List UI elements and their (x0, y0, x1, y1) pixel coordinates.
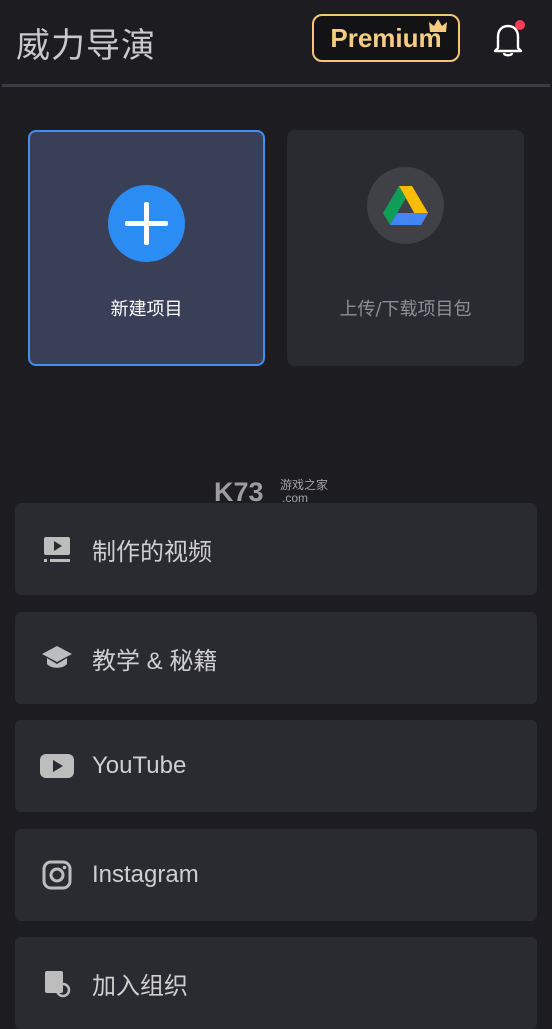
new-project-tile[interactable]: 新建项目 (28, 130, 265, 366)
drive-upload-download-tile[interactable]: 上传/下载项目包 (287, 130, 524, 366)
drive-label: 上传/下载项目包 (339, 299, 472, 320)
youtube-icon (40, 749, 74, 783)
svg-text:K73: K73 (214, 477, 264, 506)
join-group-icon (40, 966, 74, 1000)
site-watermark: K73 游戏之家 .com (214, 476, 344, 507)
crown-icon (429, 19, 447, 32)
menu-label: Instagram (92, 861, 199, 888)
instagram-icon (40, 858, 74, 892)
menu-item-tutorials-tips[interactable]: 教学 & 秘籍 (15, 612, 537, 704)
top-bar: 威力导演 Premium (0, 0, 552, 87)
svg-text:游戏之家: 游戏之家 (280, 477, 328, 492)
premium-label: Premium (330, 22, 442, 53)
menu-label: 教学 & 秘籍 (92, 647, 218, 675)
new-project-label: 新建项目 (110, 299, 183, 320)
menu-label: YouTube (92, 752, 187, 779)
menu-item-join-group[interactable]: 加入组织 (15, 937, 537, 1029)
plus-icon (108, 185, 185, 262)
menu-item-instagram[interactable]: Instagram (15, 829, 537, 921)
premium-button[interactable]: Premium (312, 14, 460, 62)
menu-label: 加入组织 (92, 972, 188, 1000)
video-library-icon (40, 532, 74, 566)
notification-dot (515, 20, 525, 30)
menu-item-youtube[interactable]: YouTube (15, 720, 537, 812)
menu-item-produced-videos[interactable]: 制作的视频 (15, 503, 537, 595)
google-drive-icon (367, 167, 444, 244)
graduation-cap-icon (40, 641, 74, 675)
header-divider (2, 84, 550, 87)
app-title: 威力导演 (16, 26, 156, 66)
notification-bell-icon[interactable] (492, 20, 526, 58)
menu-label: 制作的视频 (92, 538, 212, 566)
